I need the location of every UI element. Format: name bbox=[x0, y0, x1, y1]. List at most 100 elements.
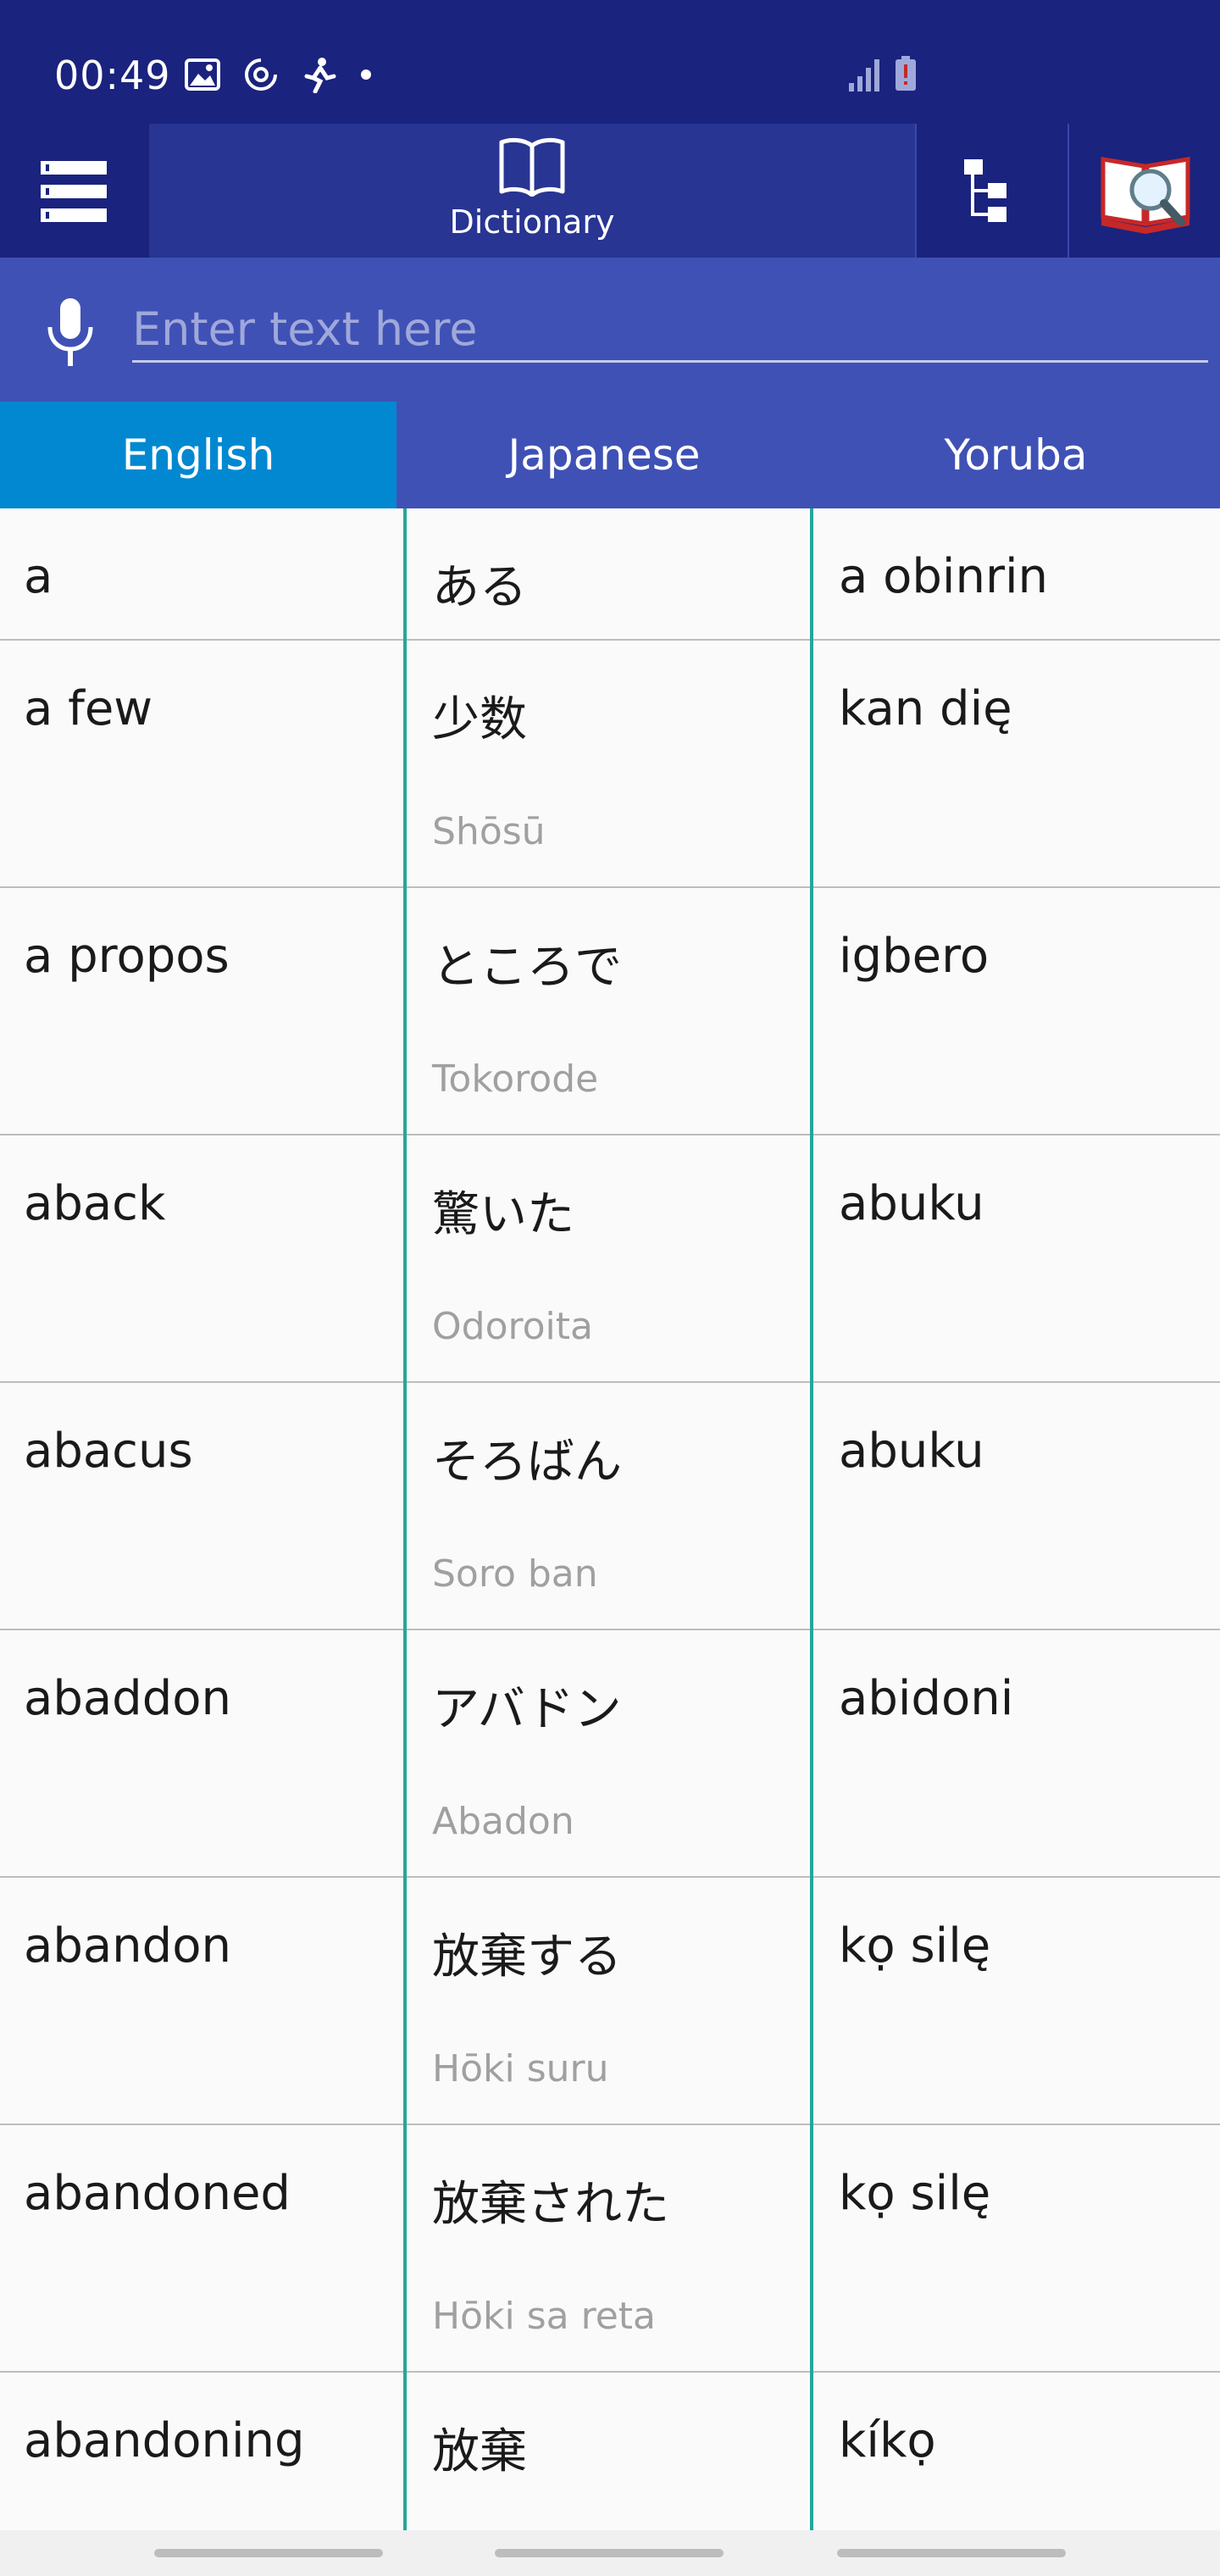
english-cell: abacus bbox=[0, 1383, 403, 1629]
japanese-cell: 少数 Shōsū bbox=[405, 641, 810, 886]
romaji-text: Shōsū bbox=[432, 810, 546, 853]
tab-dictionary[interactable]: Dictionary bbox=[149, 124, 915, 258]
english-cell: abandoned bbox=[0, 2125, 403, 2371]
english-word: a bbox=[24, 549, 53, 604]
table-row[interactable]: aback 驚いた Odoroita abuku bbox=[0, 1135, 1220, 1383]
japanese-cell: そろばん Soro ban bbox=[405, 1383, 810, 1629]
mic-icon[interactable] bbox=[42, 297, 98, 371]
english-cell: aback bbox=[0, 1135, 403, 1381]
table-row[interactable]: abandoned 放棄された Hōki sa reta kọ silę bbox=[0, 2125, 1220, 2373]
yoruba-word: abuku bbox=[839, 1176, 984, 1231]
english-cell: abaddon bbox=[0, 1630, 403, 1876]
book-search-button[interactable] bbox=[1069, 124, 1220, 258]
book-icon bbox=[498, 136, 566, 200]
yoruba-word: abidoni bbox=[839, 1671, 1014, 1726]
japanese-cell: ところで Tokorode bbox=[405, 888, 810, 1134]
english-cell: a propos bbox=[0, 888, 403, 1134]
japanese-cell: ある bbox=[405, 508, 810, 639]
yoruba-cell: kíkọ bbox=[813, 2373, 1220, 2530]
yoruba-word: abuku bbox=[839, 1424, 984, 1479]
status-bar: 00:49 bbox=[0, 0, 1220, 124]
english-word: abaddon bbox=[24, 1671, 232, 1726]
japanese-word: そろばん bbox=[432, 1435, 622, 1490]
tree-view-button[interactable] bbox=[917, 124, 1068, 258]
tab-dictionary-label: Dictionary bbox=[449, 203, 615, 241]
japanese-word: 放棄する bbox=[432, 1929, 622, 1985]
dictionary-table: a ある a obinrin a few 少数 Shōsū kan dię a p… bbox=[0, 508, 1220, 2530]
table-row[interactable]: abacus そろばん Soro ban abuku bbox=[0, 1383, 1220, 1630]
yoruba-cell: abidoni bbox=[813, 1630, 1220, 1876]
english-cell: a bbox=[0, 508, 403, 639]
status-icons bbox=[185, 56, 373, 97]
activity-icon bbox=[302, 56, 337, 97]
japanese-word: 放棄 bbox=[432, 2424, 527, 2479]
yoruba-cell: kọ silę bbox=[813, 1878, 1220, 2124]
yoruba-cell: kan dię bbox=[813, 641, 1220, 886]
romaji-text: Abadon bbox=[432, 1800, 574, 1843]
status-right-icons bbox=[847, 56, 917, 95]
table-row[interactable]: abandon 放棄する Hōki suru kọ silę bbox=[0, 1878, 1220, 2125]
english-word: aback bbox=[24, 1176, 166, 1231]
table-row[interactable]: abaddon アバドン Abadon abidoni bbox=[0, 1630, 1220, 1878]
yoruba-word: kan dię bbox=[839, 681, 1012, 736]
english-word: a propos bbox=[24, 929, 230, 984]
yoruba-word: igbero bbox=[839, 929, 990, 984]
menu-button[interactable] bbox=[37, 158, 110, 225]
table-row[interactable]: a few 少数 Shōsū kan dię bbox=[0, 641, 1220, 888]
yoruba-word: kọ silę bbox=[839, 1918, 991, 1974]
japanese-cell: アバドン Abadon bbox=[405, 1630, 810, 1876]
battery-icon bbox=[895, 56, 917, 95]
yoruba-cell: igbero bbox=[813, 888, 1220, 1134]
japanese-cell: 放棄された Hōki sa reta bbox=[405, 2125, 810, 2371]
romaji-text: Hōki suru bbox=[432, 2047, 609, 2090]
table-row[interactable]: a propos ところで Tokorode igbero bbox=[0, 888, 1220, 1135]
yoruba-cell: abuku bbox=[813, 1383, 1220, 1629]
japanese-word: ところで bbox=[432, 940, 622, 995]
yoruba-word: a obinrin bbox=[839, 549, 1049, 604]
nav-recents-handle[interactable] bbox=[154, 2549, 383, 2557]
yoruba-cell: kọ silę bbox=[813, 2125, 1220, 2371]
tab-yoruba[interactable]: Yoruba bbox=[812, 402, 1220, 508]
yoruba-word: kọ silę bbox=[839, 2166, 991, 2221]
tab-english[interactable]: English bbox=[0, 402, 396, 508]
japanese-cell: 放棄する Hōki suru bbox=[405, 1878, 810, 2124]
japanese-word: アバドン bbox=[432, 1682, 622, 1737]
image-icon bbox=[185, 58, 220, 94]
tree-icon bbox=[962, 158, 1010, 229]
table-row[interactable]: a ある a obinrin bbox=[0, 508, 1220, 641]
japanese-word: ある bbox=[432, 560, 527, 615]
tab-japanese[interactable]: Japanese bbox=[396, 402, 812, 508]
column-divider bbox=[403, 508, 407, 2530]
language-tabs: English Japanese Yoruba bbox=[0, 402, 1220, 508]
japanese-word: 放棄された bbox=[432, 2177, 669, 2232]
yoruba-cell: abuku bbox=[813, 1135, 1220, 1381]
yoruba-cell: a obinrin bbox=[813, 508, 1220, 639]
romaji-text: Tokorode bbox=[432, 1058, 599, 1101]
japanese-word: 驚いた bbox=[432, 1187, 574, 1242]
search-bar bbox=[0, 258, 1220, 402]
romaji-text: Hōki sa reta bbox=[432, 2295, 656, 2338]
english-word: abandoning bbox=[24, 2413, 305, 2468]
english-word: abandoned bbox=[24, 2166, 291, 2221]
menu-icon bbox=[37, 161, 110, 229]
english-cell: abandon bbox=[0, 1878, 403, 2124]
english-cell: a few bbox=[0, 641, 403, 886]
table-row[interactable]: abandoning 放棄 kíkọ bbox=[0, 2373, 1220, 2530]
english-cell: abandoning bbox=[0, 2373, 403, 2530]
english-word: a few bbox=[24, 681, 153, 736]
japanese-cell: 驚いた Odoroita bbox=[405, 1135, 810, 1381]
nav-back-handle[interactable] bbox=[837, 2549, 1066, 2557]
nav-home-handle[interactable] bbox=[495, 2549, 724, 2557]
book-search-icon bbox=[1100, 142, 1195, 241]
japanese-cell: 放棄 bbox=[405, 2373, 810, 2530]
bottom-navigation-bar bbox=[0, 2530, 1220, 2576]
toolbar: Dictionary bbox=[0, 124, 1220, 258]
dot-icon bbox=[359, 68, 373, 85]
sync-icon bbox=[242, 56, 280, 97]
yoruba-word: kíkọ bbox=[839, 2413, 936, 2468]
english-word: abandon bbox=[24, 1918, 231, 1974]
search-input[interactable] bbox=[132, 298, 1208, 363]
romaji-text: Soro ban bbox=[432, 1552, 598, 1596]
signal-icon bbox=[847, 58, 883, 95]
japanese-word: 少数 bbox=[432, 692, 527, 747]
